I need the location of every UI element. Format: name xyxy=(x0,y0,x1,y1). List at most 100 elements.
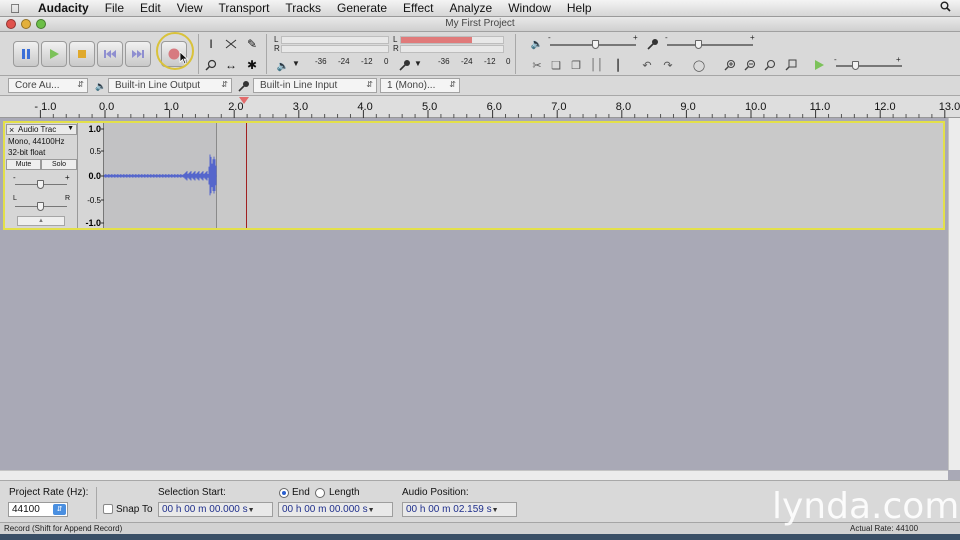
zoom-tool-icon[interactable] xyxy=(202,56,220,74)
selection-start-field[interactable]: 00 h 00 m 00.000 s▼ xyxy=(158,502,273,517)
ruler-label: 13.0 xyxy=(939,101,960,113)
undo-icon[interactable]: ↶ xyxy=(638,56,656,74)
waveform-area[interactable] xyxy=(104,123,943,228)
copy-icon[interactable]: ❏ xyxy=(547,56,565,74)
draw-tool-icon[interactable]: ✎ xyxy=(243,35,261,53)
project-rate-value: 44100 xyxy=(12,504,40,515)
mute-button[interactable]: Mute xyxy=(6,159,41,170)
menu-app-name[interactable]: Audacity xyxy=(30,1,97,15)
pause-button[interactable] xyxy=(13,41,39,67)
vertical-scrollbar[interactable] xyxy=(948,118,960,470)
record-meter-left-label: L xyxy=(393,35,398,44)
gain-slider-knob[interactable] xyxy=(37,180,44,189)
mouse-cursor-icon xyxy=(179,51,189,65)
spotlight-search-icon[interactable] xyxy=(930,1,960,15)
snap-to-checkbox[interactable] xyxy=(103,504,113,514)
paste-icon[interactable]: ❐ xyxy=(567,56,585,74)
menu-help[interactable]: Help xyxy=(559,1,600,15)
play-speed-knob[interactable] xyxy=(852,61,859,70)
pan-slider-knob[interactable] xyxy=(37,202,44,211)
ruler-label: 7.0 xyxy=(551,101,566,113)
menu-transport[interactable]: Transport xyxy=(211,1,278,15)
menu-effect[interactable]: Effect xyxy=(395,1,441,15)
fit-selection-icon[interactable] xyxy=(761,56,779,74)
microphone-icon[interactable] xyxy=(396,56,414,74)
project-rate-stepper-icon[interactable]: ⇵ xyxy=(53,504,66,515)
audio-position-label: Audio Position: xyxy=(402,487,469,498)
input-volume-knob[interactable] xyxy=(695,40,702,49)
speaker-dropdown-icon[interactable]: ▼ xyxy=(292,59,300,68)
track-name-menu[interactable]: Audio Trac xyxy=(18,125,56,134)
zoom-in-icon[interactable] xyxy=(721,56,739,74)
play-speed-slider[interactable] xyxy=(836,65,902,67)
meter-left-label: L xyxy=(274,35,279,44)
play-button[interactable] xyxy=(41,41,67,67)
selection-start-label: Selection Start: xyxy=(158,487,226,498)
timeline-ruler[interactable]: - 1.0 0.0 1.0 2.0 3.0 4.0 5.0 6.0 7.0 8.0 9.0 10.0 1… xyxy=(0,96,960,118)
speed-minus: - xyxy=(834,55,837,64)
menu-view[interactable]: View xyxy=(169,1,211,15)
apple-icon[interactable]:  xyxy=(0,1,30,16)
skip-start-icon xyxy=(104,50,116,58)
zoom-out-icon[interactable] xyxy=(741,56,759,74)
project-rate-combo[interactable]: 44100 ⇵ xyxy=(8,502,68,517)
audio-position-field[interactable]: 00 h 00 m 02.159 s▼ xyxy=(402,502,517,517)
ruler-label: 8.0 xyxy=(616,101,631,113)
cut-icon[interactable]: ✂ xyxy=(528,56,546,74)
input-channels-select[interactable]: 1 (Mono)... ⇵ xyxy=(380,78,460,93)
solo-button[interactable]: Solo xyxy=(41,159,77,170)
multi-tool-icon[interactable]: ✱ xyxy=(243,56,261,74)
audio-host-select[interactable]: Core Au... ⇵ xyxy=(8,78,88,93)
menu-edit[interactable]: Edit xyxy=(132,1,169,15)
window-bottom-edge xyxy=(0,534,960,540)
fit-project-icon[interactable] xyxy=(782,56,800,74)
ruler-label: 10.0 xyxy=(745,101,766,113)
output-device-select[interactable]: Built-in Line Output ⇵ xyxy=(108,78,232,93)
gain-plus: + xyxy=(65,173,70,182)
selection-end-dropdown-icon[interactable]: ▼ xyxy=(368,507,375,514)
input-volume-slider[interactable] xyxy=(667,44,753,46)
audio-position-dropdown-icon[interactable]: ▼ xyxy=(492,507,499,514)
close-track-icon[interactable]: × xyxy=(9,125,14,135)
status-message: Record (Shift for Append Record) xyxy=(4,524,123,533)
horizontal-scrollbar[interactable] xyxy=(0,470,948,480)
microphone-dropdown-icon[interactable]: ▼ xyxy=(414,59,422,68)
stop-button[interactable] xyxy=(69,41,95,67)
selection-tool-icon[interactable]: I xyxy=(202,35,220,53)
sync-lock-icon[interactable]: ◯ xyxy=(690,56,708,74)
track-vertical-scale: 1.0 0.5 0.0 -0.5 -1.0 xyxy=(78,123,104,228)
menu-file[interactable]: File xyxy=(97,1,132,15)
timeshift-tool-icon[interactable]: ↔ xyxy=(222,56,240,74)
track-format: Mono, 44100Hz xyxy=(8,137,65,146)
output-volume-knob[interactable] xyxy=(592,40,599,49)
silence-icon[interactable]: ┃ xyxy=(609,56,627,74)
speaker-icon[interactable]: 🔈 xyxy=(274,57,292,75)
length-radio[interactable] xyxy=(315,488,325,498)
end-radio[interactable] xyxy=(279,488,289,498)
collapse-track-button[interactable]: ▲ xyxy=(17,216,65,226)
selection-end-field[interactable]: 00 h 00 m 00.000 s▼ xyxy=(278,502,393,517)
menu-window[interactable]: Window xyxy=(500,1,559,15)
ruler-label: - 1.0 xyxy=(34,101,56,113)
envelope-tool-icon[interactable] xyxy=(222,35,240,53)
skip-to-end-button[interactable] xyxy=(125,41,151,67)
selection-start-dropdown-icon[interactable]: ▼ xyxy=(248,507,255,514)
menu-tracks[interactable]: Tracks xyxy=(277,1,329,15)
snap-to-label: Snap To xyxy=(116,504,153,515)
selection-end-value: 00 h 00 m 00.000 s xyxy=(282,504,368,515)
ruler-label: 5.0 xyxy=(422,101,437,113)
input-device-select[interactable]: Built-in Line Input ⇵ xyxy=(253,78,377,93)
track-control-panel: × Audio Trac ▼ Mono, 44100Hz 32-bit floa… xyxy=(5,123,78,228)
redo-icon[interactable]: ↷ xyxy=(659,56,677,74)
play-at-speed-icon[interactable] xyxy=(810,56,828,74)
trim-icon[interactable]: ││ xyxy=(588,56,606,74)
audio-track[interactable]: × Audio Trac ▼ Mono, 44100Hz 32-bit floa… xyxy=(3,121,945,230)
menu-generate[interactable]: Generate xyxy=(329,1,395,15)
menu-analyze[interactable]: Analyze xyxy=(442,1,501,15)
track-menu-chevron-down-icon[interactable]: ▼ xyxy=(67,125,74,132)
record-meter-right xyxy=(400,45,504,53)
input-volume-icon xyxy=(644,35,662,53)
skip-to-start-button[interactable] xyxy=(97,41,123,67)
track-bit-depth: 32-bit float xyxy=(8,148,46,157)
output-volume-plus: + xyxy=(633,33,638,42)
